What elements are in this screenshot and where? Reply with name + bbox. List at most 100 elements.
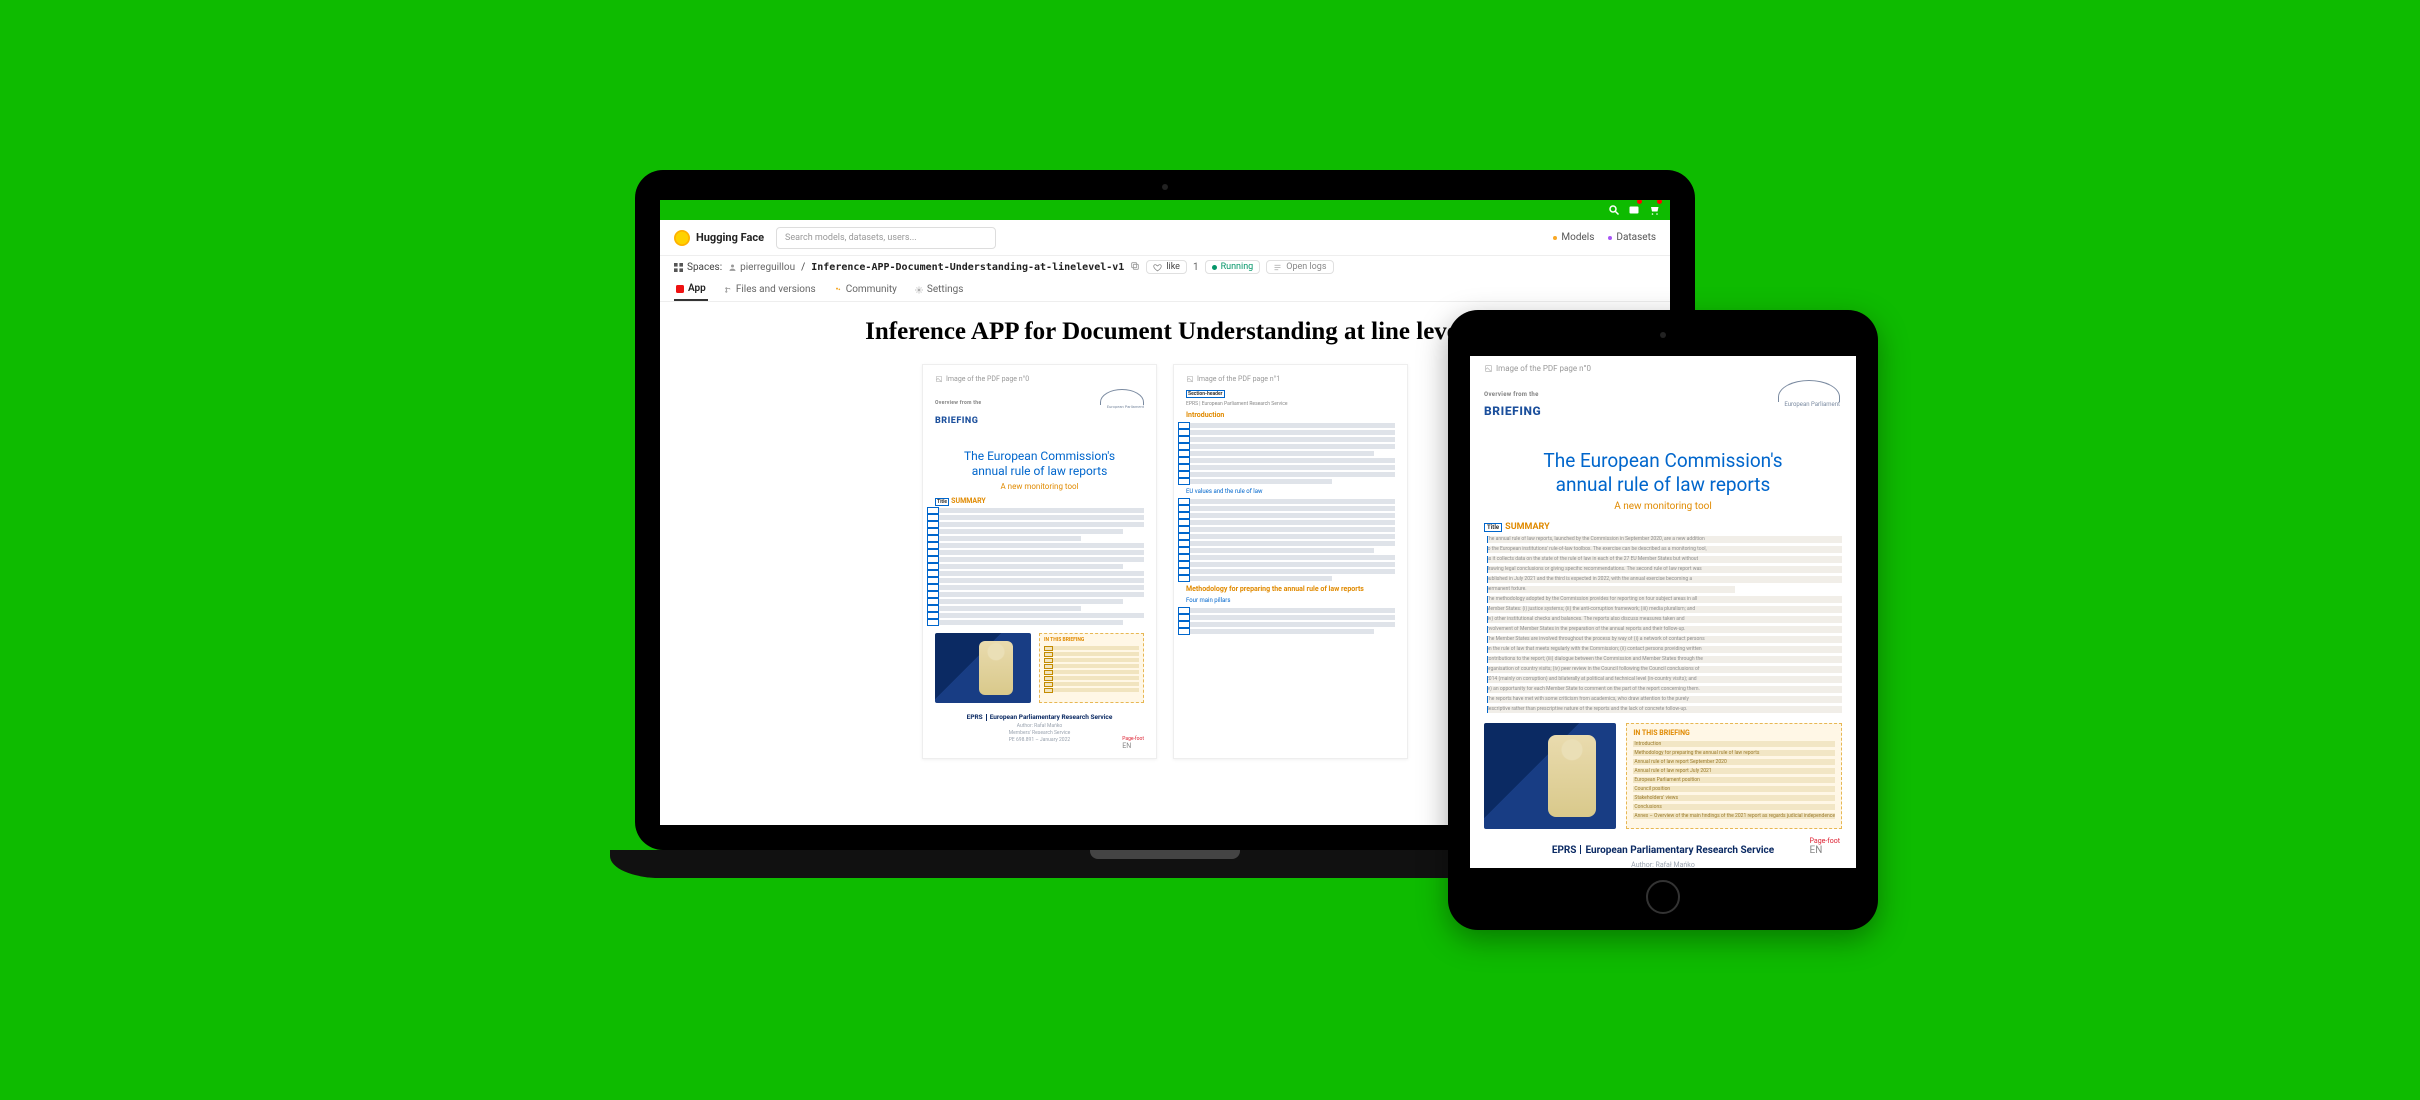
tablet-home-button[interactable] (1646, 880, 1680, 914)
doc-title-l2: annual rule of law reports (972, 464, 1108, 478)
tab-app-label: App (688, 283, 706, 294)
briefing-box-head: IN THIS BRIEFING (1044, 637, 1139, 644)
dot-icon (1553, 236, 1557, 240)
in-this-briefing-box: IN THIS BRIEFING Introduction Methodology… (1626, 723, 1842, 829)
doc-members: Members' Research Service (1009, 730, 1070, 736)
briefing-box-item: Stakeholders' views (1633, 795, 1835, 801)
like-button[interactable]: like (1146, 260, 1187, 274)
nav-models[interactable]: Models (1553, 232, 1594, 243)
p2-subheading: EU values and the rule of law (1186, 488, 1395, 495)
in-this-briefing-box: IN THIS BRIEFING (1039, 633, 1144, 703)
document-subtitle: A new monitoring tool (1484, 501, 1842, 512)
eprs-full: European Parliamentary Research Service (990, 713, 1113, 721)
nav-datasets-label: Datasets (1616, 232, 1656, 243)
pdf-page-label: Image of the PDF page n°1 (1186, 375, 1395, 383)
tab-app[interactable]: App (674, 278, 708, 301)
pdf-page-label-text: Image of the PDF page n°0 (1496, 364, 1591, 373)
doc-meta: Author: Rafał Mańko Members' Research Se… (1484, 860, 1842, 869)
hero-image (1484, 723, 1616, 829)
search-icon[interactable] (1608, 201, 1620, 220)
slash: / (801, 262, 805, 273)
summary-line: descriptive rather than prescriptive nat… (1484, 706, 1842, 713)
search-input[interactable]: Search models, datasets, users... (776, 227, 996, 249)
laptop-camera (1162, 184, 1168, 190)
doc-ref: PE 698.891 – January 2022 (1009, 737, 1070, 743)
open-logs-button[interactable]: Open logs (1266, 260, 1333, 274)
page-lang: Page-footEN (1810, 838, 1840, 856)
summary-line: as it collects data on the state of the … (1484, 556, 1842, 563)
owner-link[interactable]: pierreguillou (728, 262, 795, 273)
european-parliament-logo: European Parliament (1100, 389, 1144, 411)
p2-body (1186, 423, 1395, 484)
page-lang-text: EN (1122, 742, 1131, 750)
summary-paragraph (935, 508, 1144, 625)
page-foot-tag: Page-foot (1810, 838, 1840, 845)
status-badge: Running (1205, 260, 1261, 274)
pdf-page-0-large[interactable]: Image of the PDF page n°0 Overview from … (1470, 356, 1856, 868)
page-lang-text: EN (1810, 845, 1823, 856)
briefing-box-item: Methodology for preparing the annual rul… (1633, 750, 1835, 756)
briefing-box-item: European Parliament position (1633, 777, 1835, 783)
tab-community[interactable]: Community (832, 278, 899, 301)
nav-datasets[interactable]: Datasets (1608, 232, 1656, 243)
summary-heading-text: SUMMARY (1505, 522, 1550, 532)
briefing-box-item: Introduction (1633, 741, 1835, 747)
pdf-page-label: Image of the PDF page n°0 (1484, 364, 1842, 373)
summary-line: The methodology adopted by the Commissio… (1484, 596, 1842, 603)
like-count: 1 (1193, 262, 1199, 273)
summary-line: 2014 (mainly on corruption) and bilatera… (1484, 676, 1842, 683)
ep-logo-text: European Parliament (1778, 402, 1840, 408)
summary-line: on the rule of law that meets regularly … (1484, 646, 1842, 653)
summary-line: (iv) other institutional checks and bala… (1484, 616, 1842, 623)
briefing-text: BRIEFING (935, 416, 978, 426)
document-title: The European Commission's annual rule of… (1484, 449, 1842, 497)
document-title: The European Commission's annual rule of… (935, 449, 1144, 479)
summary-heading: TitleSUMMARY (935, 497, 1144, 506)
owner-name: pierreguillou (740, 262, 795, 273)
spaces-text: Spaces: (687, 262, 722, 273)
ep-logo-text: European Parliament (1100, 405, 1144, 409)
summary-line: organisation of country visits; (iv) pee… (1484, 666, 1842, 673)
tablet-mockup: Image of the PDF page n°0 Overview from … (1448, 310, 1878, 930)
tab-files[interactable]: Files and versions (722, 278, 818, 301)
hf-logo-icon (674, 230, 690, 246)
summary-line: Member States: (i) justice systems; (ii)… (1484, 606, 1842, 613)
pdf-page-label-text: Image of the PDF page n°0 (946, 375, 1029, 383)
briefing-overline: Overview from the (1484, 391, 1539, 398)
summary-line: to the European institutions' rule-of-la… (1484, 546, 1842, 553)
summary-line: involvement of Member States in the prep… (1484, 626, 1842, 633)
doc-author: Author: Rafał Mańko (1631, 861, 1695, 869)
tablet-screen: Image of the PDF page n°0 Overview from … (1470, 356, 1856, 868)
tablet-camera (1660, 332, 1666, 338)
summary-line: permanent fixture. (1484, 586, 1735, 593)
hf-logo[interactable]: Hugging Face (674, 230, 764, 246)
tab-settings[interactable]: Settings (913, 278, 966, 301)
pdf-page-0[interactable]: Image of the PDF page n°0 Overview from … (922, 364, 1157, 759)
mail-icon[interactable] (1628, 201, 1640, 220)
summary-line: contributions to the report; (iii) dialo… (1484, 656, 1842, 663)
summary-line: drawing legal conclusions or giving spec… (1484, 566, 1842, 573)
summary-heading-text: SUMMARY (951, 497, 986, 505)
briefing-overline: Overview from the (935, 400, 981, 406)
hero-image (935, 633, 1031, 703)
tab-files-label: Files and versions (736, 284, 816, 295)
nav-models-label: Models (1561, 232, 1594, 243)
copy-icon[interactable] (1130, 261, 1140, 274)
briefing-box-item: Conclusions (1633, 804, 1835, 810)
laptop-trackpad-notch (1090, 850, 1240, 859)
doc-author: Author: Rafał Mańko (1017, 723, 1062, 729)
hf-brand: Hugging Face (696, 231, 764, 244)
hf-nav: Models Datasets (1553, 232, 1656, 243)
like-label: like (1166, 262, 1180, 272)
doc-title-l1: The European Commission's (1543, 449, 1782, 472)
p2-intro-heading: Introduction (1186, 411, 1395, 419)
cart-icon[interactable] (1648, 201, 1660, 220)
tab-settings-label: Settings (927, 284, 964, 295)
briefing-box-head: IN THIS BRIEFING (1633, 729, 1835, 739)
eprs-abbr: EPRS (1552, 845, 1577, 856)
pdf-page-1[interactable]: Image of the PDF page n°1 Section-header… (1173, 364, 1408, 759)
repo-name[interactable]: Inference-APP-Document-Understanding-at-… (811, 262, 1124, 273)
p2-body (1186, 499, 1395, 581)
p2-subheading: Four main pillars (1186, 597, 1395, 604)
eprs-footer: EPRSEuropean Parliamentary Research Serv… (935, 713, 1144, 721)
